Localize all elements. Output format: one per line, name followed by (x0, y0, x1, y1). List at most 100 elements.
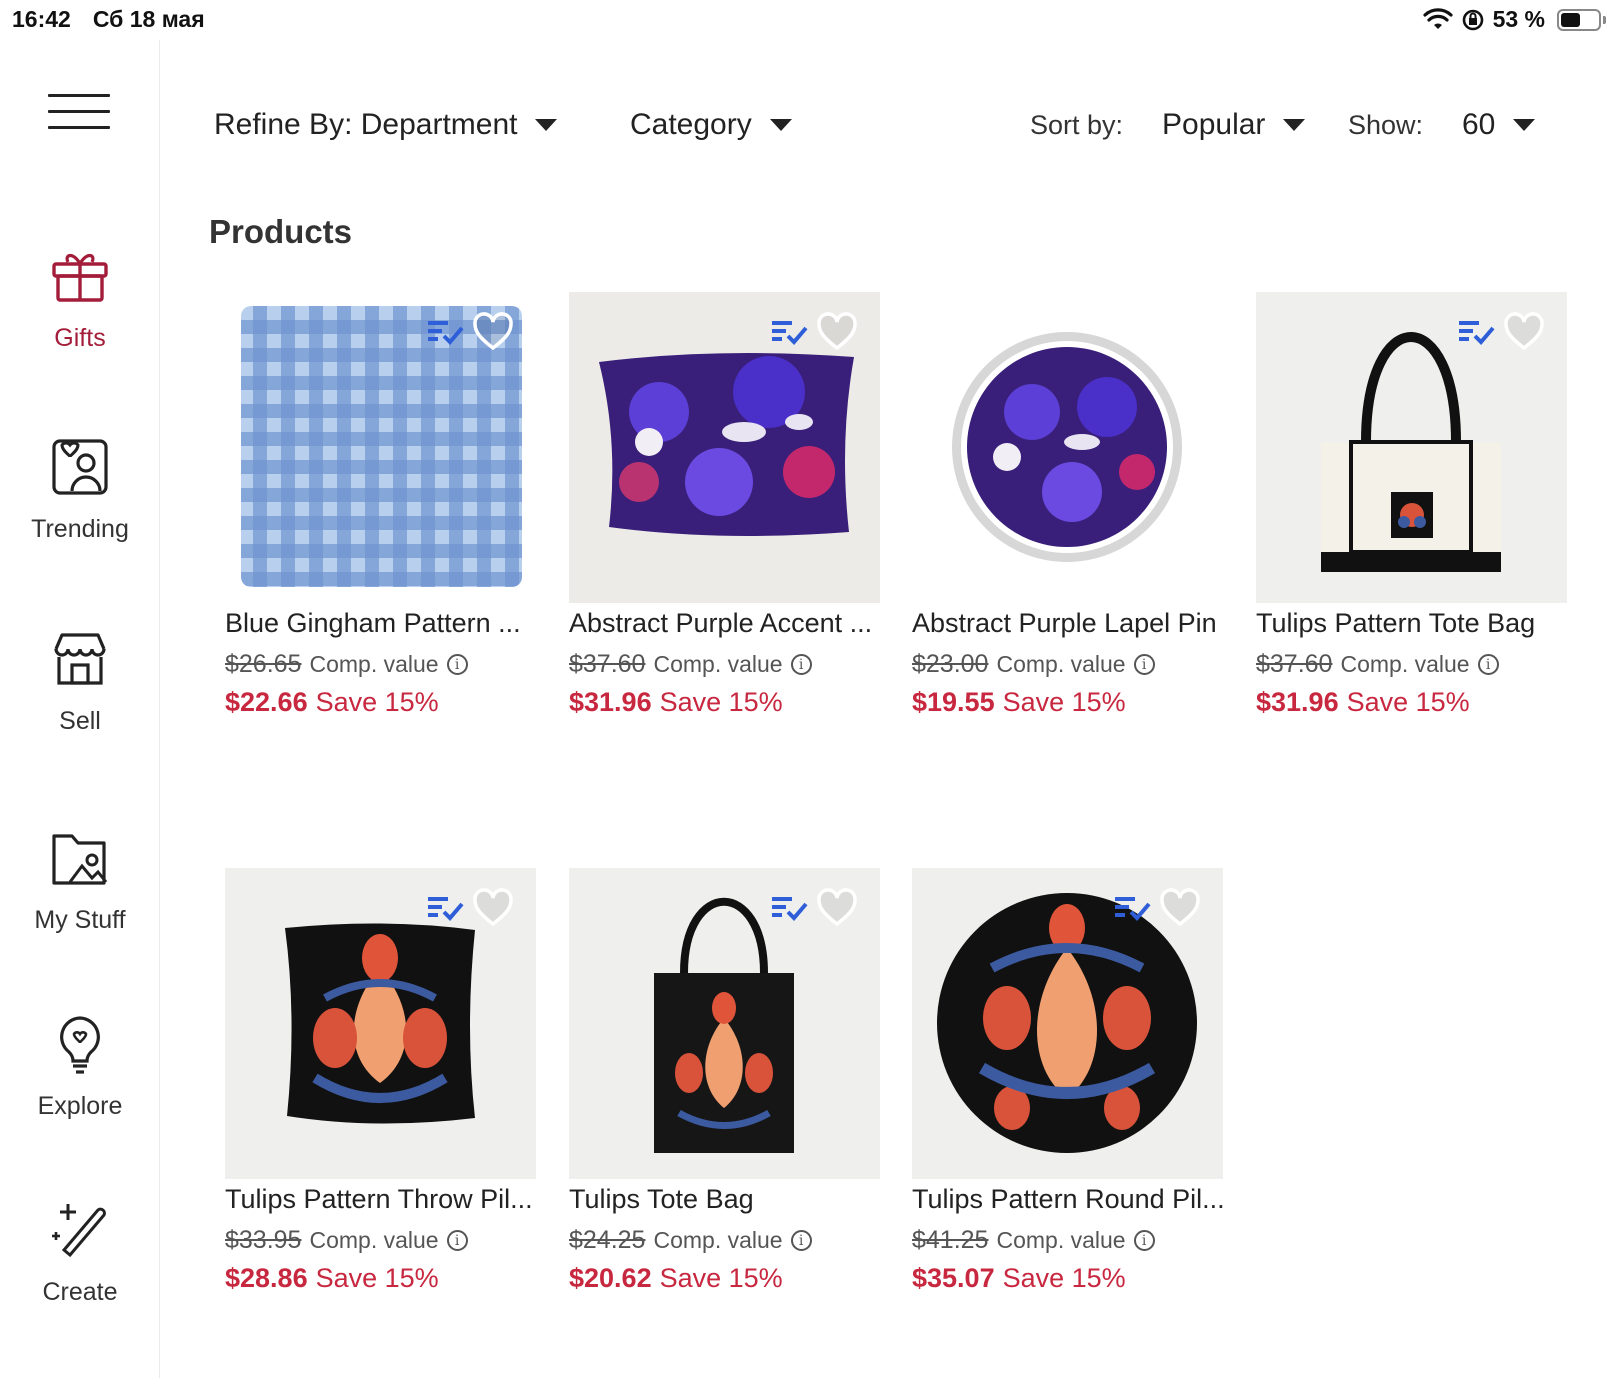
compare-value: $26.65 Comp. value i (225, 650, 468, 679)
sidebar: Gifts Trending Sell My Stuff Explore Cre… (0, 40, 160, 1378)
info-icon[interactable]: i (446, 1230, 468, 1251)
add-to-list-icon[interactable] (426, 316, 464, 348)
status-time-date: 16:42 Сб 18 мая (12, 6, 205, 33)
old-price: $41.25 (912, 1226, 989, 1254)
old-price: $37.60 (569, 650, 646, 678)
info-icon[interactable]: i (790, 1230, 812, 1251)
old-price: $24.25 (569, 1226, 646, 1254)
department-dropdown[interactable]: Refine By: Department (214, 108, 558, 142)
sale-line: $31.96 Save 15% (1256, 687, 1470, 718)
sidebar-item-label: Sell (59, 707, 101, 735)
product-card[interactable]: Tulips Pattern Throw Pil... $33.95 Comp.… (225, 868, 543, 1298)
add-to-list-icon[interactable] (426, 892, 464, 924)
save-badge: Save 15% (315, 1263, 439, 1293)
product-title[interactable]: Abstract Purple Accent ... (569, 608, 887, 639)
show-count-value: 60 (1462, 108, 1496, 141)
product-title[interactable]: Tulips Pattern Tote Bag (1256, 608, 1574, 639)
sort-dropdown[interactable]: Popular (1162, 108, 1306, 142)
favorite-heart-icon[interactable] (472, 312, 514, 352)
compare-value: $37.60 Comp. value i (569, 650, 812, 679)
caret-down-icon (535, 119, 558, 131)
compare-value: $41.25 Comp. value i (912, 1226, 1155, 1255)
sale-price: $19.55 (912, 687, 995, 717)
sidebar-item-label: Explore (37, 1092, 123, 1120)
save-badge: Save 15% (659, 687, 783, 717)
sale-price: $31.96 (1256, 687, 1339, 717)
trending-icon (52, 439, 108, 495)
info-icon[interactable]: i (446, 654, 468, 675)
lightbulb-icon (60, 1016, 100, 1074)
product-card[interactable]: Blue Gingham Pattern ... $26.65 Comp. va… (225, 292, 543, 722)
sidebar-item-my-stuff[interactable]: My Stuff (0, 826, 160, 935)
comp-value-label: Comp. value (309, 1227, 439, 1253)
product-title[interactable]: Tulips Pattern Round Pil... (912, 1184, 1230, 1215)
sidebar-item-gifts[interactable]: Gifts (0, 244, 160, 353)
product-image[interactable] (1256, 292, 1567, 603)
storefront-icon (54, 633, 106, 685)
comp-value-label: Comp. value (996, 651, 1126, 677)
battery-percent: 53 % (1492, 6, 1545, 32)
old-price: $33.95 (225, 1226, 302, 1254)
favorite-heart-icon[interactable] (1503, 312, 1545, 352)
add-to-list-icon[interactable] (1457, 316, 1495, 348)
product-card[interactable]: Tulips Tote Bag $24.25 Comp. value i $20… (569, 868, 887, 1298)
product-image[interactable] (569, 292, 880, 603)
favorite-heart-icon[interactable] (816, 312, 858, 352)
sidebar-item-label: Create (42, 1278, 118, 1306)
save-badge: Save 15% (659, 1263, 783, 1293)
product-image[interactable] (912, 868, 1223, 1179)
caret-down-icon (1283, 119, 1306, 131)
comp-value-label: Comp. value (653, 651, 783, 677)
caret-down-icon (769, 119, 792, 131)
compare-value: $33.95 Comp. value i (225, 1226, 468, 1255)
sale-line: $31.96 Save 15% (569, 687, 783, 718)
add-to-list-icon[interactable] (770, 316, 808, 348)
wifi-icon (1422, 7, 1453, 32)
sale-price: $22.66 (225, 687, 308, 717)
favorite-heart-icon[interactable] (1159, 888, 1201, 928)
sidebar-item-trending[interactable]: Trending (0, 435, 160, 544)
product-image[interactable] (912, 292, 1223, 603)
magic-wand-icon (52, 1204, 106, 1258)
add-to-list-icon[interactable] (770, 892, 808, 924)
favorite-heart-icon[interactable] (816, 888, 858, 928)
add-to-list-icon[interactable] (1113, 892, 1151, 924)
product-title[interactable]: Tulips Pattern Throw Pil... (225, 1184, 543, 1215)
sidebar-item-explore[interactable]: Explore (0, 1012, 160, 1121)
product-card[interactable]: Tulips Pattern Round Pil... $41.25 Comp.… (912, 868, 1230, 1298)
show-label: Show: (1348, 110, 1424, 140)
product-card[interactable]: Abstract Purple Lapel Pin $23.00 Comp. v… (912, 292, 1230, 722)
compare-value: $24.25 Comp. value i (569, 1226, 812, 1255)
info-icon[interactable]: i (1477, 654, 1499, 675)
purple-lapel-pin-image (952, 332, 1182, 562)
sale-price: $35.07 (912, 1263, 995, 1293)
product-image[interactable] (225, 868, 536, 1179)
product-image[interactable] (569, 868, 880, 1179)
product-card[interactable]: Abstract Purple Accent ... $37.60 Comp. … (569, 292, 887, 722)
product-card[interactable]: Tulips Pattern Tote Bag $37.60 Comp. val… (1256, 292, 1574, 722)
category-dropdown-label: Category (630, 108, 752, 141)
orientation-lock-icon (1461, 8, 1485, 32)
sidebar-item-label: Gifts (54, 324, 106, 352)
product-title[interactable]: Tulips Tote Bag (569, 1184, 887, 1215)
info-icon[interactable]: i (1133, 654, 1155, 675)
product-image[interactable] (225, 292, 536, 603)
favorite-heart-icon[interactable] (472, 888, 514, 928)
sidebar-item-label: My Stuff (34, 906, 126, 934)
show-count-dropdown[interactable]: 60 (1462, 108, 1536, 142)
section-title: Products (209, 213, 353, 250)
info-icon[interactable]: i (790, 654, 812, 675)
status-time: 16:42 (12, 6, 71, 32)
status-date: Сб 18 мая (92, 6, 205, 32)
sidebar-item-create[interactable]: Create (0, 1198, 160, 1307)
product-title[interactable]: Blue Gingham Pattern ... (225, 608, 543, 639)
compare-value: $37.60 Comp. value i (1256, 650, 1499, 679)
save-badge: Save 15% (1002, 1263, 1126, 1293)
category-dropdown[interactable]: Category (630, 108, 792, 142)
sort-dropdown-value: Popular (1162, 108, 1266, 141)
product-title[interactable]: Abstract Purple Lapel Pin (912, 608, 1230, 639)
filter-bar: Refine By: Department Category Sort by: … (0, 102, 1620, 152)
old-price: $26.65 (225, 650, 302, 678)
sidebar-item-sell[interactable]: Sell (0, 627, 160, 736)
info-icon[interactable]: i (1133, 1230, 1155, 1251)
